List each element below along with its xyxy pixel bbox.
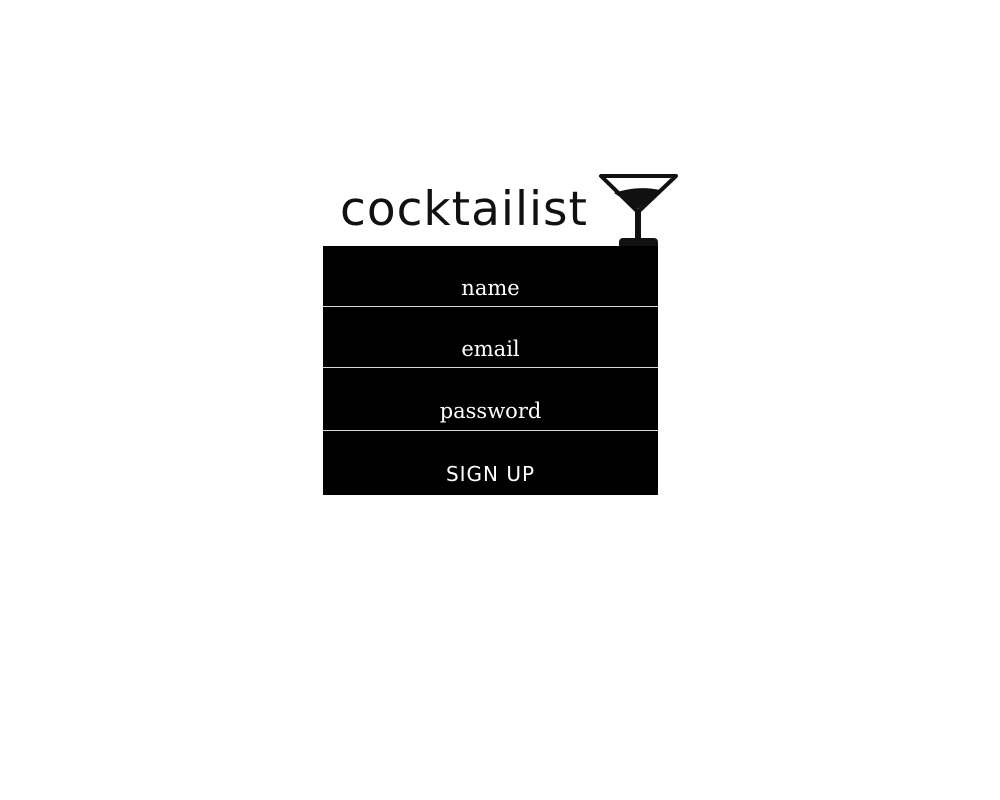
martini-glass-icon — [599, 174, 678, 252]
name-input[interactable] — [323, 246, 658, 306]
name-field-row — [323, 246, 658, 307]
signup-page: cocktailist SIGN UP — [0, 0, 1000, 800]
email-field-row — [323, 307, 658, 368]
sign-up-button[interactable]: SIGN UP — [323, 431, 658, 495]
signup-form: SIGN UP — [323, 246, 658, 495]
password-input[interactable] — [323, 368, 658, 430]
password-field-row — [323, 368, 658, 431]
email-input[interactable] — [323, 307, 658, 367]
brand-logo-text: cocktailist — [340, 182, 588, 237]
